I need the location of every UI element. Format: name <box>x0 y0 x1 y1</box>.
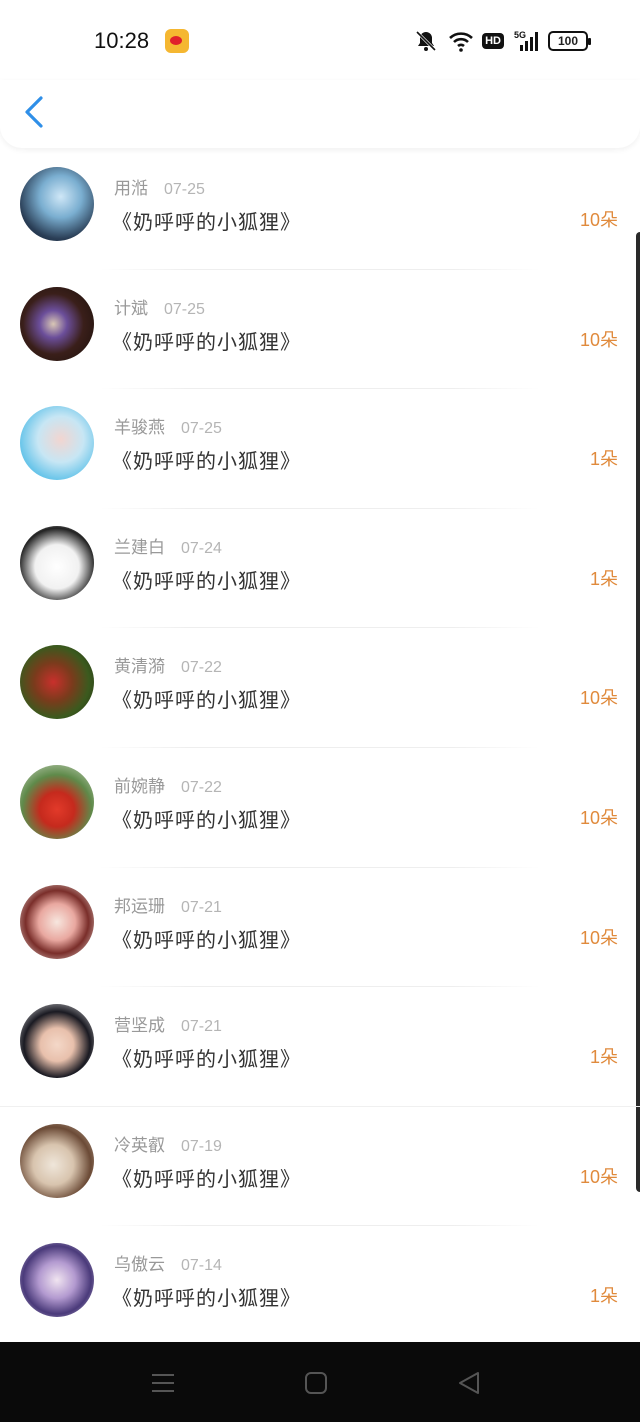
user-name: 计斌 <box>114 298 148 319</box>
list-item[interactable]: 兰建白 07-24 《奶呼呼的小狐狸》 1朵 <box>0 509 640 629</box>
avatar <box>20 884 94 959</box>
svg-text:5G: 5G <box>514 30 526 40</box>
user-name: 羊骏燕 <box>114 418 165 439</box>
gift-amount: 1朵 <box>589 1047 618 1068</box>
user-name: 前婉静 <box>114 776 165 797</box>
menu-icon <box>152 1374 174 1392</box>
avatar <box>20 645 94 720</box>
record-date: 07-14 <box>181 1257 222 1275</box>
system-navigation-bar <box>0 1342 640 1422</box>
gift-amount: 1朵 <box>589 449 618 470</box>
avatar <box>20 167 94 241</box>
avatar <box>20 1243 94 1318</box>
user-name: 黄清漪 <box>114 657 165 678</box>
record-date: 07-22 <box>181 659 222 677</box>
weibo-notification-icon <box>165 29 189 53</box>
hd-badge: HD <box>482 33 504 49</box>
gift-amount: 1朵 <box>589 1286 618 1307</box>
gift-amount: 10朵 <box>579 688 618 709</box>
list-item[interactable]: 营坚成 07-21 《奶呼呼的小狐狸》 1朵 <box>0 987 640 1107</box>
menu-button[interactable] <box>150 1370 176 1396</box>
book-title: 《奶呼呼的小狐狸》 <box>112 807 301 832</box>
user-name: 邦运珊 <box>114 896 165 917</box>
gift-amount: 10朵 <box>579 210 618 230</box>
record-date: 07-25 <box>181 420 222 438</box>
user-name: 冷英叡 <box>114 1135 165 1156</box>
back-triangle-icon <box>459 1372 479 1394</box>
avatar <box>20 1123 94 1198</box>
status-bar: 10:28 HD 5G 100 <box>0 0 640 80</box>
back-system-button[interactable] <box>456 1370 482 1396</box>
gift-amount: 10朵 <box>579 927 618 948</box>
gift-amount: 10朵 <box>579 807 618 828</box>
list-item[interactable]: 羊骏燕 07-25 《奶呼呼的小狐狸》 1朵 <box>0 389 640 509</box>
user-name: 营坚成 <box>114 1016 165 1037</box>
wifi-icon <box>448 29 474 53</box>
book-title: 《奶呼呼的小狐狸》 <box>112 927 301 952</box>
book-title: 《奶呼呼的小狐狸》 <box>112 210 301 234</box>
record-date: 07-21 <box>181 1018 222 1036</box>
book-title: 《奶呼呼的小狐狸》 <box>112 1166 301 1191</box>
record-date: 07-24 <box>181 539 222 557</box>
avatar <box>20 286 94 361</box>
record-date: 07-25 <box>164 300 205 318</box>
list-item[interactable]: 前婉静 07-22 《奶呼呼的小狐狸》 10朵 <box>0 748 640 868</box>
list-item[interactable]: 乌傲云 07-14 《奶呼呼的小狐狸》 1朵 <box>0 1226 640 1346</box>
gift-amount: 10朵 <box>579 1166 618 1187</box>
user-name: 乌傲云 <box>114 1255 165 1276</box>
list-item[interactable]: 邦运珊 07-21 《奶呼呼的小狐狸》 10朵 <box>0 868 640 988</box>
gift-record-list: 用湉 07-25 《奶呼呼的小狐狸》 10朵 计斌 07-25 《奶呼呼的小狐狸》 … <box>0 150 640 1346</box>
book-title: 《奶呼呼的小狐狸》 <box>112 1047 301 1072</box>
list-item[interactable]: 冷英叡 07-19 《奶呼呼的小狐狸》 10朵 <box>0 1107 640 1227</box>
record-date: 07-21 <box>181 898 222 916</box>
chevron-left-icon <box>25 96 43 128</box>
avatar <box>20 1004 94 1079</box>
avatar <box>20 764 94 839</box>
list-item[interactable]: 计斌 07-25 《奶呼呼的小狐狸》 10朵 <box>0 270 640 390</box>
book-title: 《奶呼呼的小狐狸》 <box>112 449 301 474</box>
record-date: 07-25 <box>164 181 205 198</box>
back-button[interactable] <box>20 94 50 134</box>
signal-5g-icon: 5G <box>514 29 538 53</box>
book-title: 《奶呼呼的小狐狸》 <box>112 568 301 593</box>
avatar <box>20 525 94 600</box>
list-item[interactable]: 用湉 07-25 《奶呼呼的小狐狸》 10朵 <box>0 150 640 270</box>
battery-indicator: 100 <box>548 31 591 51</box>
gift-amount: 1朵 <box>589 568 618 589</box>
gift-amount: 10朵 <box>579 329 618 350</box>
avatar <box>20 406 94 481</box>
list-item[interactable]: 黄清漪 07-22 《奶呼呼的小狐狸》 10朵 <box>0 628 640 748</box>
top-nav-bar <box>0 80 640 148</box>
record-date: 07-22 <box>181 778 222 796</box>
home-square-icon <box>305 1372 327 1394</box>
record-date: 07-19 <box>181 1137 222 1155</box>
bell-muted-icon <box>414 29 438 53</box>
book-title: 《奶呼呼的小狐狸》 <box>112 688 301 713</box>
user-name: 兰建白 <box>114 537 165 558</box>
user-name: 用湉 <box>114 179 148 199</box>
home-button[interactable] <box>303 1370 329 1396</box>
status-icons: HD 5G 100 <box>414 29 591 53</box>
book-title: 《奶呼呼的小狐狸》 <box>112 1286 301 1311</box>
status-time: 10:28 <box>94 28 150 53</box>
book-title: 《奶呼呼的小狐狸》 <box>112 329 301 354</box>
